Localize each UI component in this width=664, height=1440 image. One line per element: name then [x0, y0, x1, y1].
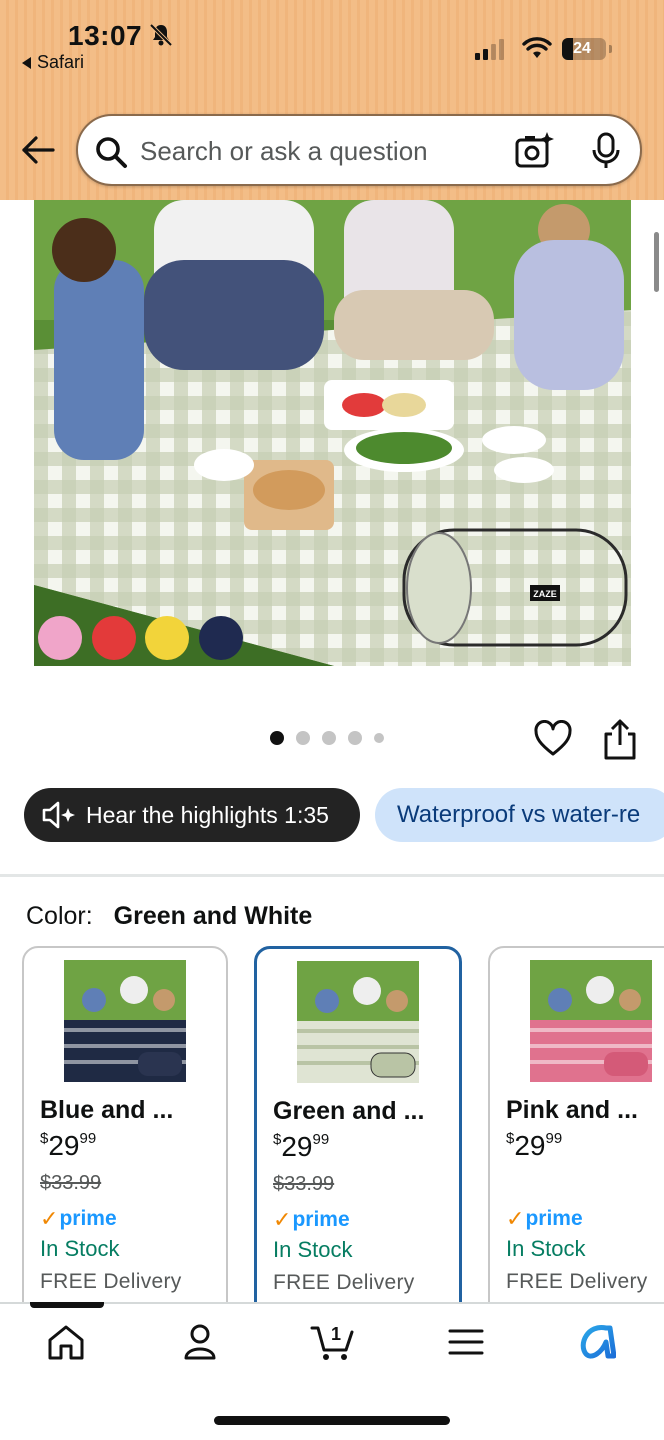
cart-count: 1	[331, 1324, 341, 1344]
speaker-sparkle-icon	[42, 801, 75, 829]
pager-dot[interactable]	[270, 731, 284, 745]
prime-check-icon: ✓	[40, 1206, 59, 1231]
comparison-chip[interactable]: Waterproof vs water-re	[375, 788, 664, 842]
home-icon[interactable]	[46, 1322, 86, 1362]
variant-price: $2999	[273, 1131, 330, 1162]
variant-list-price: $33.99	[273, 1173, 335, 1195]
image-pager[interactable]	[270, 731, 384, 745]
back-triangle-icon	[22, 56, 31, 69]
variant-thumbnail	[297, 961, 419, 1083]
variant-thumbnail	[64, 960, 186, 1082]
search-bar[interactable]: Search or ask a question	[76, 114, 642, 186]
battery-level: 24	[573, 40, 591, 57]
prime-check-icon: ✓	[273, 1207, 292, 1232]
color-selector-label: Color: Green and White	[26, 902, 312, 931]
comparison-chip-label: Waterproof vs water-re	[397, 801, 641, 828]
home-indicator[interactable]	[214, 1416, 450, 1425]
hear-highlights-label: Hear the highlights 1:35	[86, 801, 329, 828]
active-tab-indicator	[30, 1302, 104, 1308]
prime-badge: ✓ prime	[506, 1206, 583, 1231]
battery-icon: 24	[562, 38, 612, 60]
account-icon[interactable]	[180, 1322, 220, 1362]
color-key: Color:	[26, 902, 93, 930]
variant-name: Blue and ...	[40, 1096, 174, 1124]
back-to-safari[interactable]: Safari	[22, 52, 84, 73]
variant-list-price: $33.99	[40, 1172, 102, 1194]
color-value: Green and White	[113, 902, 313, 930]
cart-icon[interactable]: 1	[310, 1322, 356, 1362]
section-divider	[0, 874, 664, 877]
microphone-icon[interactable]	[590, 132, 622, 170]
back-app-label: Safari	[37, 52, 85, 72]
product-image[interactable]: ZAZE	[34, 200, 631, 666]
search-icon	[96, 137, 127, 168]
stock-status: In Stock	[273, 1237, 353, 1262]
camera-lens-icon[interactable]	[514, 130, 554, 170]
status-time: 13:07	[68, 20, 143, 51]
prime-check-icon: ✓	[506, 1206, 525, 1231]
prime-badge: ✓ prime	[40, 1206, 117, 1231]
variant-name: Pink and ...	[506, 1096, 638, 1124]
bell-slash-icon	[149, 23, 173, 47]
variant-price: $2999	[40, 1130, 97, 1161]
stock-status: In Stock	[506, 1236, 586, 1261]
delivery-info: FREE Delivery	[40, 1270, 182, 1293]
prime-badge: ✓ prime	[273, 1207, 350, 1232]
pager-dot[interactable]	[374, 733, 384, 743]
variant-card-blue[interactable]: Blue and ... $2999 $33.99 ✓ prime In Stoc…	[22, 946, 228, 1326]
brand-label: ZAZE	[533, 589, 557, 599]
variant-price: $2999	[506, 1130, 563, 1161]
delivery-info: FREE Delivery	[273, 1271, 415, 1294]
share-icon[interactable]	[602, 718, 638, 760]
scrollbar[interactable]	[654, 232, 659, 292]
pager-dot[interactable]	[348, 731, 362, 745]
heart-icon[interactable]	[534, 720, 572, 758]
variant-name: Green and ...	[273, 1097, 425, 1125]
hear-highlights-button[interactable]: Hear the highlights 1:35	[24, 788, 360, 842]
variant-thumbnail	[530, 960, 652, 1082]
variant-card-pink[interactable]: Pink and ... $2999 ✓ prime In Stock FREE …	[488, 946, 664, 1326]
wifi-icon	[522, 37, 552, 58]
search-input[interactable]: Search or ask a question	[140, 136, 428, 167]
rufus-icon[interactable]	[576, 1322, 616, 1362]
menu-icon[interactable]	[446, 1322, 486, 1362]
pager-dot[interactable]	[296, 731, 310, 745]
back-arrow-icon[interactable]	[20, 132, 56, 168]
variant-card-green[interactable]: Green and ... $2999 $33.99 ✓ prime In Sto…	[254, 946, 462, 1326]
delivery-info: FREE Delivery	[506, 1270, 648, 1293]
pager-dot[interactable]	[322, 731, 336, 745]
stock-status: In Stock	[40, 1236, 120, 1261]
cellular-signal-icon	[475, 38, 504, 60]
